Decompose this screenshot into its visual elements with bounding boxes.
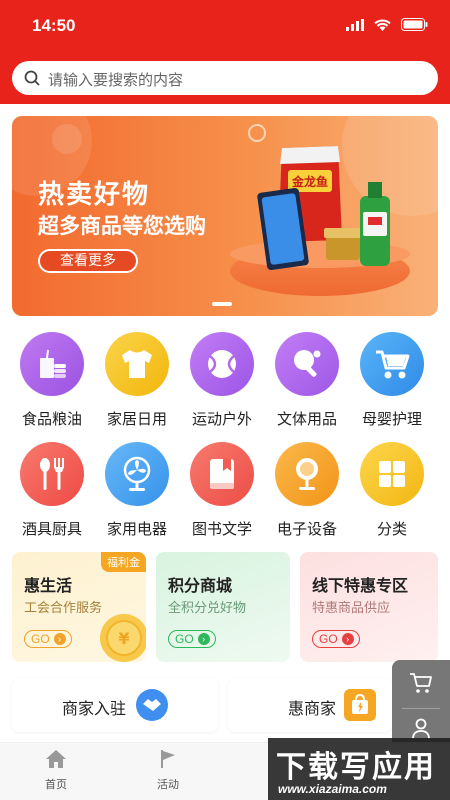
search-icon (24, 70, 40, 86)
category-baby[interactable]: 母婴护理 (350, 332, 434, 429)
banner-subtitle: 超多商品等您选购 (38, 214, 206, 238)
category-books[interactable]: 图书文学 (180, 442, 264, 539)
category-label: 运动户外 (191, 410, 252, 428)
promo-subtitle: 全积分兑好物 (168, 601, 247, 616)
watermark-overlay: 下载写应用 www.xiazaima.com (268, 738, 450, 800)
category-all[interactable]: 分类 (350, 442, 434, 539)
wifi-icon (374, 19, 391, 31)
category-label: 家用电器 (106, 520, 167, 538)
promo-subtitle: 工会合作服务 (24, 601, 103, 616)
watermark-text: 下载写应用 (276, 750, 436, 785)
food-icon (40, 349, 66, 378)
category-icon-bg (360, 332, 424, 396)
category-icon-bg (275, 332, 339, 396)
category-label: 电子设备 (276, 520, 337, 538)
tab-label: 活动 (157, 778, 179, 791)
go-label: GO (319, 632, 338, 646)
category-icon-bg (360, 442, 424, 506)
promo-card-hui-life[interactable]: 福利金 惠生活 工会合作服务 GO › ¥ (12, 552, 146, 662)
search-placeholder: 请输入要搜索的内容 (48, 71, 184, 89)
pagination-dot-active (212, 302, 232, 306)
shopping-bag-icon (344, 689, 376, 721)
fan-icon (123, 456, 151, 491)
product-label: 金龙鱼 (291, 174, 328, 189)
handshake-icon (136, 689, 168, 721)
ping-pong-icon (294, 350, 321, 377)
search-input[interactable]: 请输入要搜索的内容 (12, 61, 438, 95)
promo-title: 线下特惠专区 (312, 576, 409, 595)
home-icon (46, 750, 66, 768)
category-icon-bg (105, 442, 169, 506)
ball-icon (208, 350, 236, 378)
go-label: GO (175, 632, 194, 646)
promo-card-points-mall[interactable]: 积分商城 全积分兑好物 GO › (156, 552, 290, 662)
status-bar: 14:50 (0, 0, 450, 52)
arrow-icon: › (341, 633, 354, 645)
status-time: 14:50 (32, 16, 76, 35)
arrow-icon: › (53, 633, 66, 645)
category-icon-bg (275, 442, 339, 506)
category-home[interactable]: 家居日用 (95, 332, 179, 429)
category-icon-bg (20, 332, 84, 396)
promo-go-button[interactable]: GO › (312, 630, 360, 648)
banner-deco-circle (52, 124, 82, 154)
svg-text:¥: ¥ (118, 629, 129, 648)
promo-go-button[interactable]: GO › (24, 630, 72, 648)
category-electronics[interactable]: 电子设备 (265, 442, 349, 539)
flag-icon (161, 750, 175, 768)
category-label: 酒具厨具 (21, 520, 82, 538)
grid-icon (379, 461, 405, 487)
float-divider (402, 708, 440, 709)
category-appliances[interactable]: 家用电器 (95, 442, 179, 539)
search-header: 请输入要搜索的内容 (0, 52, 450, 104)
category-label: 家居日用 (106, 410, 167, 428)
promo-subtitle: 特惠商品供应 (312, 601, 391, 616)
battery-icon (401, 18, 428, 31)
banner-pagination (212, 302, 232, 306)
hui-merchant-label: 惠商家 (288, 699, 337, 718)
category-stationery[interactable]: 文体用品 (265, 332, 349, 429)
tab-home[interactable]: 首页 (26, 749, 86, 792)
category-sports[interactable]: 运动户外 (180, 332, 264, 429)
category-icon-bg (190, 332, 254, 396)
stroller-icon (376, 350, 410, 379)
cutlery-icon (40, 458, 64, 490)
signal-icon (346, 18, 364, 31)
banner-products-illustration: 金龙鱼 (257, 146, 390, 271)
welfare-tag: 福利金 (101, 552, 146, 572)
tab-activity[interactable]: 活动 (138, 749, 198, 792)
tshirt-icon (122, 350, 152, 378)
arrow-icon: › (197, 633, 210, 645)
promo-title: 积分商城 (168, 576, 233, 595)
category-icon-bg (20, 442, 84, 506)
coin-icon: ¥ (100, 614, 146, 662)
banner-title: 热卖好物 (38, 180, 151, 210)
merchant-join-label: 商家入驻 (62, 699, 127, 718)
user-icon[interactable] (411, 718, 431, 740)
tab-label: 首页 (45, 778, 67, 791)
mirror-icon (296, 458, 318, 490)
category-icon-bg (190, 442, 254, 506)
hero-banner[interactable]: 热卖好物 超多商品等您选购 查看更多 金龙鱼 (12, 116, 438, 316)
hui-merchant-card[interactable]: 惠商家 (228, 678, 392, 732)
watermark-url: www.xiazaima.com (278, 782, 387, 796)
category-icon-bg (105, 332, 169, 396)
promo-go-button[interactable]: GO › (168, 630, 216, 648)
category-label: 图书文学 (191, 520, 252, 538)
view-more-button[interactable]: 查看更多 (38, 249, 138, 273)
merchant-join-card[interactable]: 商家入驻 (12, 678, 218, 732)
category-label: 母婴护理 (361, 410, 422, 428)
cart-icon[interactable] (409, 672, 433, 694)
category-label: 食品粮油 (21, 410, 82, 428)
status-icons (346, 18, 428, 31)
category-label: 文体用品 (276, 410, 337, 428)
category-food[interactable]: 食品粮油 (10, 332, 94, 429)
book-icon (210, 459, 234, 489)
promo-title: 惠生活 (24, 576, 73, 595)
go-label: GO (31, 632, 50, 646)
promo-card-offline-deals[interactable]: 线下特惠专区 特惠商品供应 GO › (300, 552, 438, 662)
category-kitchen[interactable]: 酒具厨具 (10, 442, 94, 539)
category-label: 分类 (376, 520, 407, 538)
